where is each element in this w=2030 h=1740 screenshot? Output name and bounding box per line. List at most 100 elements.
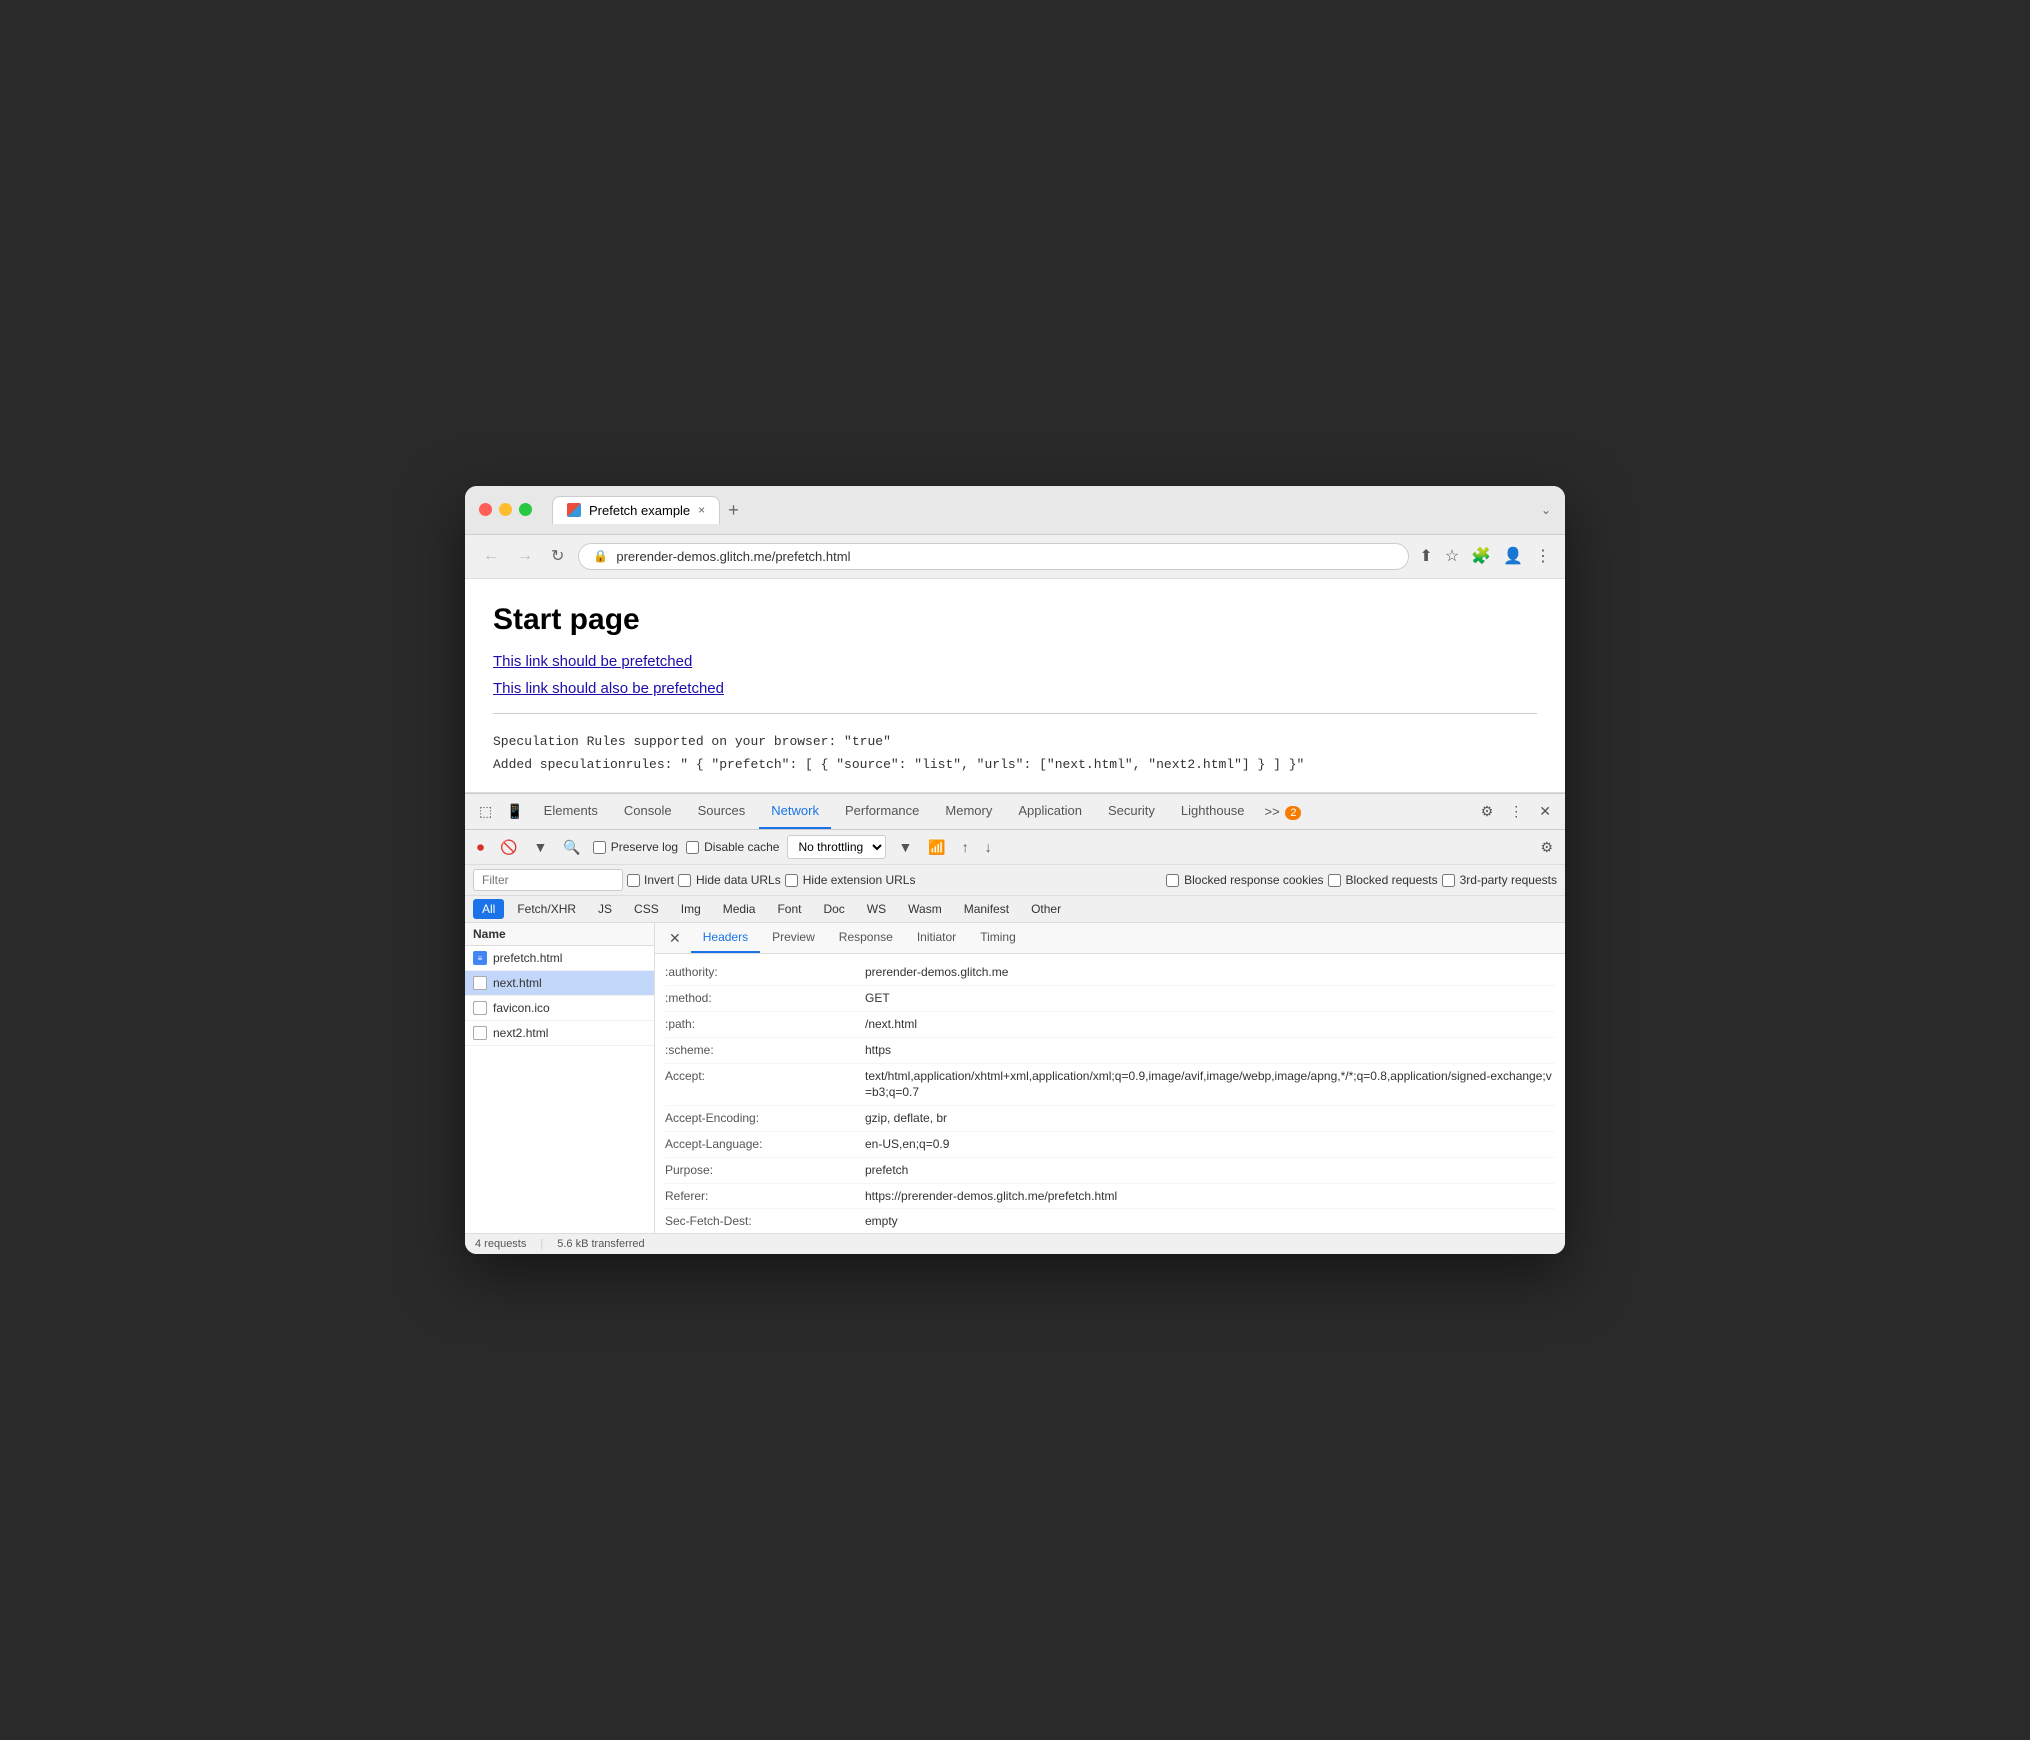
disable-cache-checkbox[interactable] — [686, 841, 699, 854]
headers-tab-preview[interactable]: Preview — [760, 923, 827, 953]
tab-security[interactable]: Security — [1096, 794, 1167, 829]
tab-overflow-chevron[interactable]: ⌄ — [1541, 503, 1551, 517]
devtools-device-icon[interactable]: 📱 — [500, 795, 529, 828]
active-tab[interactable]: Prefetch example × — [552, 496, 720, 524]
export-button[interactable]: ↓ — [981, 837, 996, 857]
tab-bar: Prefetch example × + — [552, 496, 1531, 524]
filter-type-all[interactable]: All — [473, 899, 504, 919]
third-party-requests-checkbox[interactable] — [1442, 874, 1455, 887]
bookmark-icon[interactable]: ☆ — [1445, 546, 1459, 566]
share-icon[interactable]: ⬆ — [1419, 546, 1432, 566]
menu-icon[interactable]: ⋮ — [1535, 546, 1551, 566]
blocked-requests-text: Blocked requests — [1346, 873, 1438, 887]
network-settings-button[interactable]: ⚙ — [1536, 837, 1557, 858]
filter-type-other[interactable]: Other — [1022, 899, 1070, 919]
filter-types-bar: All Fetch/XHR JS CSS Img Media Font Doc … — [465, 896, 1565, 923]
filter-type-doc[interactable]: Doc — [814, 899, 853, 919]
forward-button[interactable]: → — [513, 545, 537, 567]
header-row: Accept:text/html,application/xhtml+xml,a… — [665, 1064, 1555, 1107]
filter-type-media[interactable]: Media — [714, 899, 765, 919]
request-item-prefetch-html[interactable]: ≡ prefetch.html — [465, 946, 654, 971]
tab-network[interactable]: Network — [759, 794, 831, 829]
import-button[interactable]: ↑ — [958, 837, 973, 857]
blocked-requests-checkbox[interactable] — [1328, 874, 1341, 887]
code-line-2: Added speculationrules: " { "prefetch": … — [493, 753, 1537, 776]
clear-button[interactable]: 🚫 — [496, 837, 521, 858]
page-title: Start page — [493, 603, 1537, 637]
tab-memory[interactable]: Memory — [933, 794, 1004, 829]
headers-tab-timing[interactable]: Timing — [968, 923, 1028, 953]
record-button[interactable]: ⏺ — [473, 837, 488, 858]
devtools-more-tabs[interactable]: >> 2 — [1259, 796, 1308, 827]
tab-performance[interactable]: Performance — [833, 794, 931, 829]
throttle-dropdown[interactable]: ▼ — [894, 837, 916, 857]
header-value: text/html,application/xhtml+xml,applicat… — [865, 1068, 1555, 1102]
network-toolbar: ⏺ 🚫 ▼ 🔍 Preserve log Disable cache No th… — [465, 830, 1565, 865]
request-item-favicon[interactable]: favicon.ico — [465, 996, 654, 1021]
tab-sources[interactable]: Sources — [686, 794, 758, 829]
devtools-menu-button[interactable]: ⋮ — [1503, 795, 1529, 828]
address-input[interactable]: 🔒 prerender-demos.glitch.me/prefetch.htm… — [578, 543, 1409, 570]
page-divider — [493, 713, 1537, 714]
tab-elements[interactable]: Elements — [532, 794, 610, 829]
headers-tab-headers[interactable]: Headers — [691, 923, 760, 953]
invert-checkbox[interactable] — [627, 874, 640, 887]
hide-data-urls-checkbox[interactable] — [678, 874, 691, 887]
headers-content: :authority:prerender-demos.glitch.me:met… — [655, 954, 1565, 1233]
blocked-response-cookies-checkbox[interactable] — [1166, 874, 1179, 887]
tab-console[interactable]: Console — [612, 794, 684, 829]
extensions-icon[interactable]: 🧩 — [1471, 546, 1491, 566]
request-item-next-html[interactable]: next.html — [465, 971, 654, 996]
filter-type-css[interactable]: CSS — [625, 899, 668, 919]
headers-tab-response[interactable]: Response — [827, 923, 905, 953]
header-row: Purpose:prefetch — [665, 1158, 1555, 1184]
filter-toggle-button[interactable]: ▼ — [529, 837, 551, 857]
disable-cache-text: Disable cache — [704, 840, 779, 854]
profile-icon[interactable]: 👤 — [1503, 546, 1523, 566]
devtools-settings-button[interactable]: ⚙ — [1475, 795, 1500, 828]
refresh-button[interactable]: ↻ — [547, 544, 568, 568]
header-row: Accept-Encoding:gzip, deflate, br — [665, 1106, 1555, 1132]
filter-type-ws[interactable]: WS — [858, 899, 895, 919]
header-row: :path:/next.html — [665, 1012, 1555, 1038]
request-item-next2-html[interactable]: next2.html — [465, 1021, 654, 1046]
devtools-close-button[interactable]: ✕ — [1533, 795, 1557, 828]
devtools-inspect-icon[interactable]: ⬚ — [473, 795, 498, 828]
request-name-next2-html: next2.html — [493, 1026, 548, 1040]
header-name: Sec-Fetch-Dest: — [665, 1213, 865, 1230]
header-value: empty — [865, 1213, 898, 1230]
third-party-requests-label: 3rd-party requests — [1442, 873, 1557, 887]
header-value: en-US,en;q=0.9 — [865, 1136, 949, 1153]
close-traffic-light[interactable] — [479, 503, 492, 516]
tab-lighthouse[interactable]: Lighthouse — [1169, 794, 1257, 829]
filter-input[interactable] — [473, 869, 623, 891]
search-button[interactable]: 🔍 — [559, 837, 584, 858]
minimize-traffic-light[interactable] — [499, 503, 512, 516]
throttle-select[interactable]: No throttling Fast 3G Slow 3G — [787, 835, 886, 859]
filter-type-wasm[interactable]: Wasm — [899, 899, 951, 919]
req-icon-page-next2 — [473, 1026, 487, 1040]
filter-type-img[interactable]: Img — [672, 899, 710, 919]
link-2[interactable]: This link should also be prefetched — [493, 680, 1537, 697]
req-icon-page-next — [473, 976, 487, 990]
link-1[interactable]: This link should be prefetched — [493, 653, 1537, 670]
headers-panel: ✕ Headers Preview Response Initiator Tim… — [655, 923, 1565, 1233]
headers-tab-initiator[interactable]: Initiator — [905, 923, 968, 953]
tab-application[interactable]: Application — [1006, 794, 1094, 829]
close-panel-button[interactable]: ✕ — [663, 926, 687, 951]
invert-label: Invert — [627, 873, 674, 887]
status-divider: | — [540, 1238, 543, 1250]
maximize-traffic-light[interactable] — [519, 503, 532, 516]
back-button[interactable]: ← — [479, 545, 503, 567]
filter-type-js[interactable]: JS — [589, 899, 621, 919]
header-name: Purpose: — [665, 1162, 865, 1179]
tab-close-button[interactable]: × — [698, 503, 705, 517]
wifi-icon[interactable]: 📶 — [924, 837, 949, 858]
headers-tabs: ✕ Headers Preview Response Initiator Tim… — [655, 923, 1565, 954]
filter-type-manifest[interactable]: Manifest — [955, 899, 1018, 919]
filter-type-fetch-xhr[interactable]: Fetch/XHR — [508, 899, 585, 919]
preserve-log-checkbox[interactable] — [593, 841, 606, 854]
new-tab-button[interactable]: + — [728, 501, 739, 519]
hide-ext-urls-checkbox[interactable] — [785, 874, 798, 887]
filter-type-font[interactable]: Font — [768, 899, 810, 919]
